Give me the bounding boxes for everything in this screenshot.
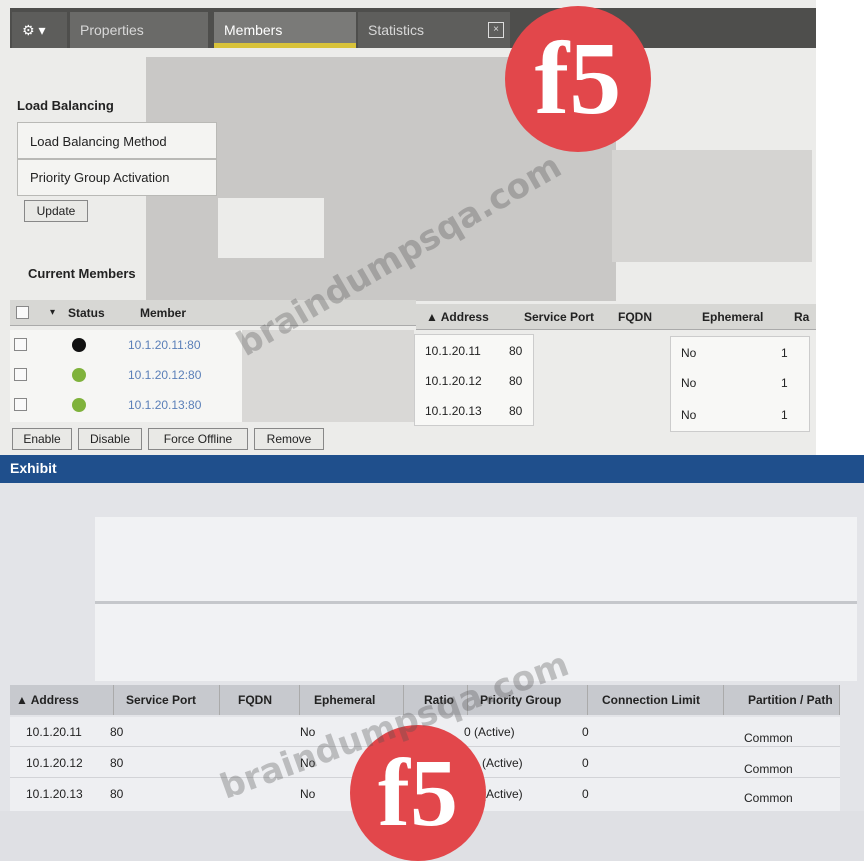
close-icon[interactable]: × bbox=[488, 22, 504, 38]
member-link[interactable]: 10.1.20.12:80 bbox=[128, 361, 201, 389]
redacted-gap bbox=[218, 198, 324, 258]
status-column-header[interactable]: Status bbox=[68, 300, 105, 326]
table-row[interactable]: 10.1.20.12:80 bbox=[10, 360, 242, 390]
force-offline-button[interactable]: Force Offline bbox=[148, 428, 248, 450]
ratio-cell: 1 bbox=[781, 376, 788, 390]
ephemeral-cells: No 1 No 1 No 1 bbox=[670, 336, 810, 432]
status-available-icon bbox=[72, 368, 86, 382]
load-balancing-title: Load Balancing bbox=[17, 98, 114, 113]
lb-method-label: Load Balancing Method bbox=[30, 134, 167, 149]
ephemeral-cell: No bbox=[300, 787, 316, 801]
disable-button[interactable]: Disable bbox=[78, 428, 142, 450]
update-button[interactable]: Update bbox=[24, 200, 88, 222]
members-table-header-right: ▲ Address Service Port FQDN Ephemeral Ra bbox=[416, 304, 816, 330]
tab-bar: ⚙ ▾ Properties Members Statistics × bbox=[10, 8, 816, 48]
bottom-screenshot: Exhibit ▲ Address Service Port FQDN Ephe… bbox=[0, 455, 864, 861]
address-cells: 10.1.20.11 80 10.1.20.12 80 10.1.20.13 8… bbox=[414, 334, 534, 426]
member-link[interactable]: 10.1.20.11:80 bbox=[128, 331, 201, 359]
connection-limit-cell: 0 bbox=[582, 725, 589, 739]
ephemeral-column-header[interactable]: Ephemeral bbox=[702, 304, 763, 330]
address-cell: 10.1.20.12 bbox=[26, 756, 83, 770]
row-checkbox[interactable] bbox=[14, 368, 27, 381]
connection-limit-cell: 0 bbox=[582, 756, 589, 770]
status-offline-icon bbox=[72, 338, 86, 352]
port-cell: 80 bbox=[509, 344, 523, 358]
fqdn-column-header[interactable]: FQDN bbox=[220, 685, 300, 715]
address-cell: 10.1.20.11 bbox=[425, 344, 481, 358]
current-members-title: Current Members bbox=[28, 266, 136, 281]
ratio-cell: 1 bbox=[781, 408, 788, 422]
ratio-column-header[interactable]: Ra bbox=[794, 304, 809, 330]
table-row[interactable]: 10.1.20.13:80 bbox=[10, 390, 242, 420]
enable-button[interactable]: Enable bbox=[12, 428, 72, 450]
priority-group-label: Priority Group Activation bbox=[30, 170, 170, 185]
members-rows-left: 10.1.20.11:80 10.1.20.12:80 10.1.20.13:8… bbox=[10, 330, 242, 422]
service-port-column-header[interactable]: Service Port bbox=[524, 304, 594, 330]
partition-column-header[interactable]: Partition / Path bbox=[724, 685, 840, 715]
connection-limit-column-header[interactable]: Connection Limit bbox=[588, 685, 724, 715]
row-checkbox[interactable] bbox=[14, 338, 27, 351]
remove-button[interactable]: Remove bbox=[254, 428, 324, 450]
address-column-header[interactable]: ▲ Address bbox=[426, 304, 489, 330]
gear-menu-tab[interactable]: ⚙ ▾ bbox=[12, 12, 67, 48]
address-cell: 10.1.20.13 bbox=[425, 404, 482, 418]
fqdn-column-header[interactable]: FQDN bbox=[618, 304, 652, 330]
redacted-area bbox=[612, 150, 812, 262]
sort-icon[interactable]: ▾ bbox=[50, 300, 55, 326]
redacted-area bbox=[95, 517, 857, 681]
address-cell: 10.1.20.12 bbox=[425, 374, 482, 388]
partition-cell: Common bbox=[744, 791, 793, 805]
member-link[interactable]: 10.1.20.13:80 bbox=[128, 391, 201, 419]
f5-logo: f5 bbox=[505, 6, 651, 152]
status-available-icon bbox=[72, 398, 86, 412]
priority-group-row: Priority Group Activation bbox=[17, 159, 217, 196]
select-all-checkbox[interactable] bbox=[16, 306, 29, 319]
ratio-cell: 1 bbox=[781, 346, 788, 360]
port-cell: 80 bbox=[110, 756, 124, 770]
port-cell: 80 bbox=[509, 374, 523, 388]
priority-cell: (Active) bbox=[482, 787, 523, 801]
address-cell: 10.1.20.11 bbox=[26, 725, 82, 739]
exhibit-title-bar: Exhibit bbox=[0, 455, 864, 483]
address-cell: 10.1.20.13 bbox=[26, 787, 83, 801]
port-cell: 80 bbox=[110, 787, 124, 801]
tab-properties[interactable]: Properties bbox=[70, 12, 208, 48]
service-port-column-header[interactable]: Service Port bbox=[114, 685, 220, 715]
table-row[interactable]: 10.1.20.11:80 bbox=[10, 330, 242, 360]
port-cell: 80 bbox=[509, 404, 523, 418]
divider bbox=[95, 601, 857, 604]
lb-method-row: Load Balancing Method bbox=[17, 122, 217, 159]
ephemeral-cell: No bbox=[681, 408, 697, 422]
ephemeral-cell: No bbox=[681, 376, 697, 390]
tab-members[interactable]: Members bbox=[214, 12, 356, 48]
member-column-header[interactable]: Member bbox=[140, 300, 186, 326]
row-checkbox[interactable] bbox=[14, 398, 27, 411]
priority-cell: 0 (Active) bbox=[464, 725, 515, 739]
port-cell: 80 bbox=[110, 725, 124, 739]
priority-cell: (Active) bbox=[482, 756, 523, 770]
connection-limit-cell: 0 bbox=[582, 787, 589, 801]
ephemeral-cell: No bbox=[681, 346, 697, 360]
address-column-header[interactable]: ▲ Address bbox=[10, 685, 114, 715]
